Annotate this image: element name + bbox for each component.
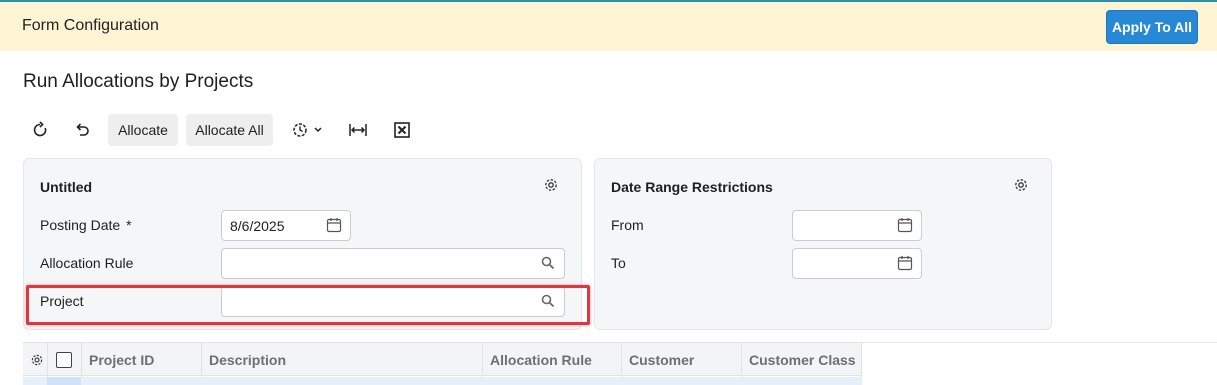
search-icon[interactable] [540,255,558,273]
refresh-icon[interactable] [26,114,54,146]
page-title: Run Allocations by Projects [23,71,254,92]
from-date-field[interactable] [792,210,922,241]
table-row-selector[interactable] [47,377,81,385]
calendar-icon[interactable] [897,217,915,235]
allocate-all-button[interactable]: Allocate All [186,114,273,146]
calendar-icon[interactable] [326,217,344,235]
col-customer-class[interactable]: Customer Class [741,343,862,377]
select-all-checkbox[interactable] [47,343,81,377]
date-range-panel: Date Range Restrictions From To [594,158,1052,330]
col-description[interactable]: Description [201,343,482,377]
col-customer[interactable]: Customer [621,343,741,377]
required-mark: * [126,217,132,233]
form-config-banner: Form Configuration Apply To All [0,2,1217,51]
excel-export-icon[interactable] [388,114,416,146]
grid-header: Project ID Description Allocation Rule C… [23,342,862,377]
to-label: To [611,255,626,271]
allocation-rule-field[interactable] [221,248,565,279]
undo-icon[interactable] [68,114,96,146]
banner-title: Form Configuration [22,17,159,34]
fit-width-icon[interactable] [344,114,372,146]
divider [862,342,1217,343]
calendar-icon[interactable] [897,255,915,273]
project-highlight-box [26,285,590,325]
schedule-dropdown[interactable] [288,114,328,146]
to-date-field[interactable] [792,248,922,279]
grid-settings-icon[interactable] [23,343,47,377]
panel-title: Untitled [40,179,93,195]
posting-date-label-text: Posting Date [40,217,121,233]
allocate-button[interactable]: Allocate [108,114,178,146]
gear-icon[interactable] [1012,176,1030,194]
posting-date-value: 8/6/2025 [230,218,285,234]
table-row[interactable] [23,377,862,385]
from-label: From [611,217,644,233]
col-project-id[interactable]: Project ID [81,343,201,377]
col-allocation-rule[interactable]: Allocation Rule [482,343,621,377]
apply-to-all-button[interactable]: Apply To All [1106,10,1198,44]
panel-title: Date Range Restrictions [611,179,773,195]
gear-icon[interactable] [542,176,560,194]
checkbox-box[interactable] [56,352,72,368]
allocation-rule-label: Allocation Rule [40,255,134,271]
posting-date-field[interactable]: 8/6/2025 [221,210,351,241]
posting-date-label: Posting Date * [40,217,132,233]
